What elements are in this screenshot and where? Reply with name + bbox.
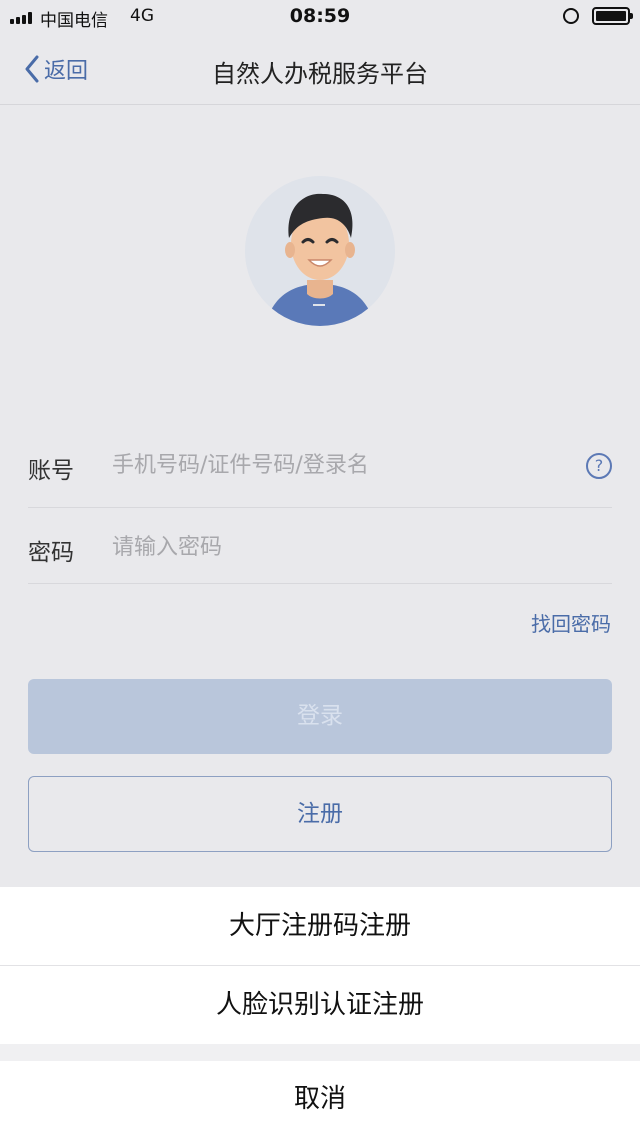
action-sheet: 大厅注册码注册 人脸识别认证注册 取消	[0, 887, 640, 1138]
page-title: 自然人办税服务平台	[212, 60, 428, 88]
face-recognition-option[interactable]: 人脸识别认证注册	[0, 966, 640, 1044]
navigation-bar: 返回 自然人办税服务平台	[0, 34, 640, 105]
login-button[interactable]: 登录	[28, 679, 612, 754]
register-button[interactable]: 注册	[28, 776, 612, 852]
status-bar: 中国电信 4G 08:59	[0, 0, 640, 34]
cancel-button[interactable]: 取消	[0, 1061, 640, 1138]
password-row: 密码	[28, 507, 612, 584]
password-input[interactable]	[112, 531, 552, 563]
battery-icon	[592, 7, 633, 25]
account-row: 账号 ?	[28, 427, 612, 508]
avatar	[245, 176, 395, 326]
status-time: 08:59	[289, 5, 351, 27]
help-icon[interactable]: ?	[586, 453, 612, 479]
user-avatar-icon	[245, 176, 395, 326]
orientation-lock-icon	[563, 8, 579, 24]
password-label: 密码	[28, 540, 74, 566]
hall-registration-code-option[interactable]: 大厅注册码注册	[0, 887, 640, 965]
account-label: 账号	[28, 458, 74, 484]
forgot-password-link[interactable]: 找回密码	[531, 608, 611, 637]
account-input[interactable]	[112, 449, 552, 481]
